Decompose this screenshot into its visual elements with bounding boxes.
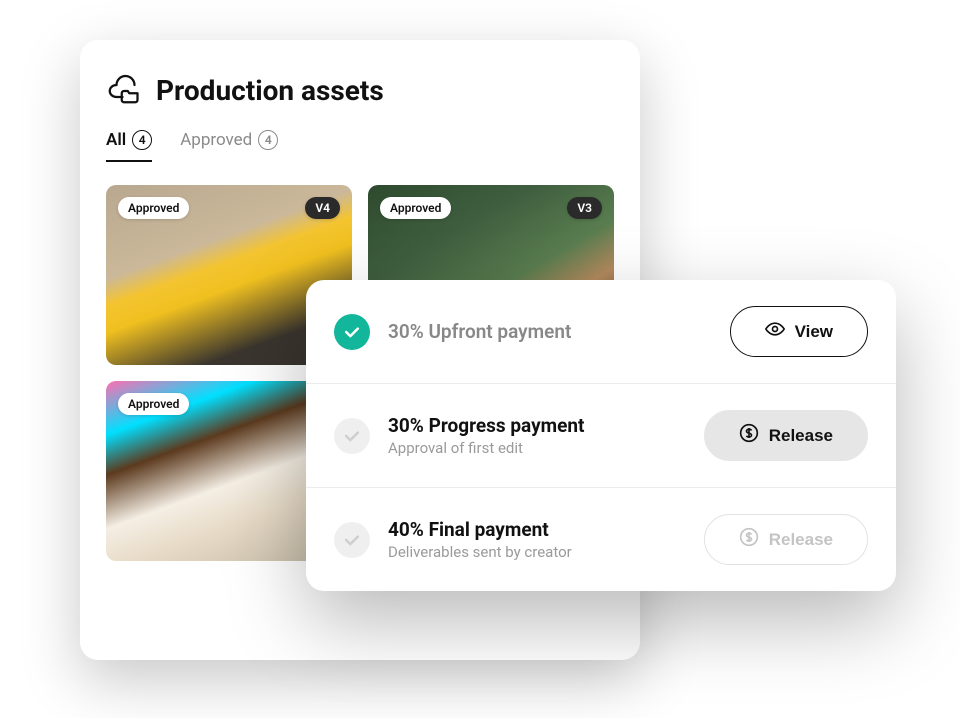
status-badge: Approved: [118, 197, 189, 219]
payment-subtitle: Approval of first edit: [388, 439, 650, 457]
check-icon: [334, 314, 370, 350]
tab-label: Approved: [180, 130, 252, 150]
payment-subtitle: Deliverables sent by creator: [388, 543, 650, 561]
payment-row: 40% Final payment Deliverables sent by c…: [306, 488, 896, 591]
status-badge: Approved: [380, 197, 451, 219]
payment-text: 30% Upfront payment: [388, 320, 650, 343]
card-title: Production assets: [156, 74, 384, 107]
card-header: Production assets: [106, 70, 614, 110]
tab-count: 4: [258, 130, 278, 150]
dollar-icon: [739, 423, 759, 448]
payment-row: 30% Upfront payment View: [306, 280, 896, 384]
payments-card: 30% Upfront payment View 30% Progress pa…: [306, 280, 896, 591]
status-badge: Approved: [118, 393, 189, 415]
release-button[interactable]: Release: [704, 410, 868, 461]
check-icon: [334, 522, 370, 558]
payment-text: 30% Progress payment Approval of first e…: [388, 414, 650, 457]
tab-approved[interactable]: Approved 4: [180, 130, 278, 162]
button-label: View: [795, 322, 833, 342]
tab-all[interactable]: All 4: [106, 130, 152, 162]
button-label: Release: [769, 530, 833, 550]
button-label: Release: [769, 426, 833, 446]
check-icon: [334, 418, 370, 454]
view-button[interactable]: View: [730, 306, 868, 357]
version-badge: V3: [567, 197, 602, 219]
tabs: All 4 Approved 4: [106, 130, 614, 163]
cloud-folder-icon: [106, 70, 142, 110]
payment-title: 30% Upfront payment: [388, 320, 650, 343]
payment-title: 40% Final payment: [388, 518, 650, 541]
dollar-icon: [739, 527, 759, 552]
release-button-disabled: Release: [704, 514, 868, 565]
tab-count: 4: [132, 130, 152, 150]
version-badge: V4: [305, 197, 340, 219]
tab-label: All: [106, 130, 126, 150]
payment-title: 30% Progress payment: [388, 414, 650, 437]
eye-icon: [765, 319, 785, 344]
payment-row: 30% Progress payment Approval of first e…: [306, 384, 896, 488]
payment-text: 40% Final payment Deliverables sent by c…: [388, 518, 650, 561]
